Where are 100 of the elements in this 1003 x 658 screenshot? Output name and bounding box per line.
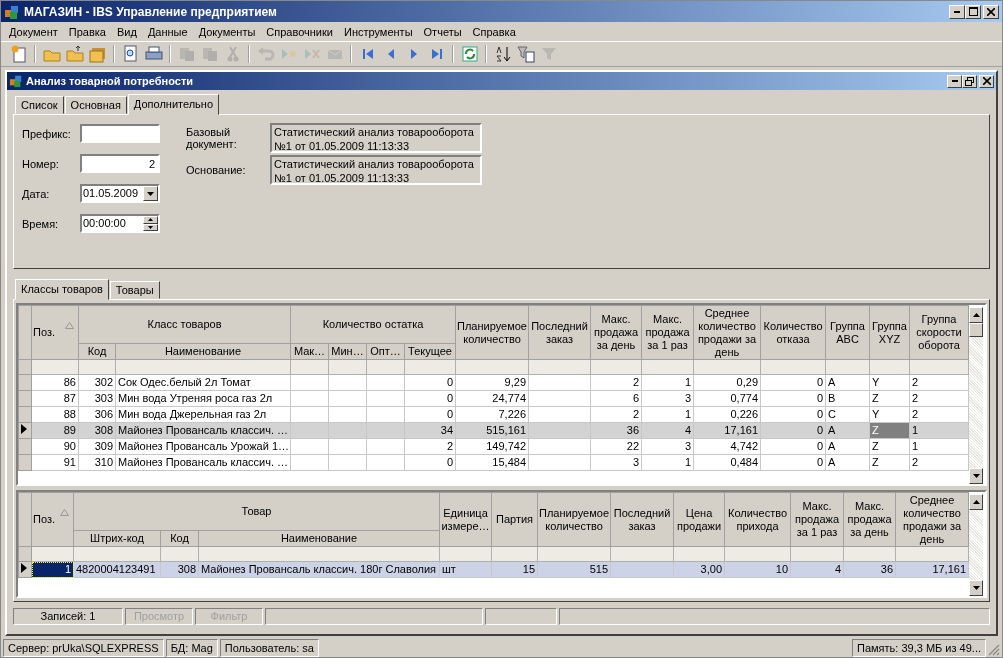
table-cell: 1: [641, 374, 694, 391]
menu-item[interactable]: Документ: [4, 25, 64, 38]
table-cell: 6: [590, 390, 642, 407]
table-cell: 2: [590, 406, 642, 423]
table-cell: 2: [909, 374, 969, 391]
table-cell: 2: [909, 454, 969, 471]
table-cell: [366, 406, 405, 423]
column-header[interactable]: Поз.: [31, 492, 74, 547]
close-button[interactable]: [979, 74, 994, 88]
table-cell: [528, 454, 591, 471]
table-cell: Z: [869, 390, 910, 407]
menu-item[interactable]: Правка: [63, 25, 112, 38]
table-cell: 0,774: [693, 390, 761, 407]
scroll-down-button[interactable]: [969, 580, 983, 596]
column-header[interactable]: Макс. продажа за 1 раз: [790, 492, 844, 547]
table-cell: 86: [31, 374, 79, 391]
column-header[interactable]: Планируемое количество: [455, 305, 529, 360]
column-header[interactable]: Среднее количество продажи за день: [895, 492, 969, 547]
status-panel: [485, 608, 557, 625]
table-cell: [366, 438, 405, 455]
column-header[interactable]: Группа ABC: [825, 305, 870, 360]
column-header[interactable]: Планируемое количество: [537, 492, 611, 547]
document-title: Анализ товарной потребности: [26, 75, 195, 87]
menu-item[interactable]: Инструменты: [338, 25, 419, 38]
maximize-icon: [968, 7, 978, 16]
tab[interactable]: Дополнительно: [127, 94, 220, 115]
table-cell: [366, 454, 405, 471]
table-cell: 0: [404, 406, 456, 423]
down-arrow-icon: [148, 225, 153, 229]
column-header[interactable]: Макс. продажа за день: [843, 492, 896, 547]
menu-item[interactable]: Справочники: [261, 25, 339, 38]
table-cell: [528, 374, 591, 391]
table-cell: 0,484: [693, 454, 761, 471]
menu-item[interactable]: Вид: [111, 25, 143, 38]
time-field[interactable]: 00:00:00: [80, 214, 160, 233]
scroll-up-button[interactable]: [969, 307, 983, 323]
tab[interactable]: Классы товаров: [15, 279, 109, 300]
column-header[interactable]: Количество отказа: [760, 305, 826, 360]
previous-icon: [386, 48, 395, 60]
table-cell: [328, 438, 367, 455]
scroll-up-button[interactable]: [969, 494, 983, 510]
dropdown-button[interactable]: [143, 186, 158, 201]
paste-icon: [200, 45, 219, 63]
table-cell: 302: [78, 374, 116, 391]
up-arrow-icon: [148, 218, 153, 222]
close-button[interactable]: [983, 4, 999, 19]
tab[interactable]: Основная: [64, 96, 127, 114]
column-header[interactable]: Макс. продажа за 1 раз: [641, 305, 694, 360]
table-cell: 1: [909, 438, 969, 455]
table-cell: 15,484: [455, 454, 529, 471]
input-field[interactable]: [80, 124, 160, 143]
column-header[interactable]: Среднее количество продажи за день: [693, 305, 761, 360]
column-header[interactable]: Макс. продажа за день: [590, 305, 642, 360]
printer-icon: [144, 45, 163, 63]
table-cell: 0: [760, 374, 826, 391]
maximize-button[interactable]: [965, 4, 981, 19]
minimize-button[interactable]: [949, 4, 965, 19]
column-header[interactable]: Последний заказ: [528, 305, 591, 360]
table-cell: 1: [641, 406, 694, 423]
scroll-down-button[interactable]: [969, 468, 983, 484]
table-cell: [328, 390, 367, 407]
table-cell: [290, 454, 329, 471]
column-header[interactable]: Поз.: [31, 305, 79, 360]
column-header[interactable]: Группа скорости оборота: [909, 305, 969, 360]
column-header[interactable]: Партия: [491, 492, 538, 547]
minimize-button[interactable]: [947, 74, 962, 88]
scroll-thumb[interactable]: [969, 323, 983, 337]
folder-up-button[interactable]: [63, 43, 86, 65]
column-header[interactable]: Единица измере…: [439, 492, 492, 547]
spinner[interactable]: [143, 216, 158, 231]
table-cell: 88: [31, 406, 79, 423]
restore-button[interactable]: [962, 74, 977, 88]
menu-item[interactable]: Данные: [142, 25, 194, 38]
table-cell: [528, 406, 591, 423]
table-cell: [328, 406, 367, 423]
table-cell: A: [825, 454, 870, 471]
table-cell: 90: [31, 438, 79, 455]
field-label: Базовый документ:: [186, 126, 238, 150]
filter-edit-button[interactable]: [514, 43, 537, 65]
field-label: Время:: [22, 217, 60, 230]
tab[interactable]: Товары: [109, 281, 160, 299]
date-field[interactable]: 01.05.2009: [80, 184, 160, 203]
table-cell: Y: [869, 406, 910, 423]
column-header[interactable]: Последний заказ: [610, 492, 674, 547]
tab[interactable]: Список: [15, 96, 64, 114]
down-arrow-icon: [972, 586, 980, 590]
column-header[interactable]: Класс товаров: [78, 305, 291, 344]
column-header[interactable]: Количество прихода: [724, 492, 791, 547]
input-field[interactable]: 2: [80, 154, 160, 173]
menu-item[interactable]: Документы: [193, 25, 262, 38]
menu-item[interactable]: Справка: [467, 25, 522, 38]
column-header[interactable]: Цена продажи: [673, 492, 725, 547]
filter-icon: [539, 45, 558, 63]
column-header[interactable]: Количество остатка: [290, 305, 456, 344]
table-cell: 2: [909, 390, 969, 407]
menu-item[interactable]: Отчеты: [418, 25, 468, 38]
column-header[interactable]: Товар: [73, 492, 440, 531]
table-cell: 3: [641, 438, 694, 455]
column-header[interactable]: Группа XYZ: [869, 305, 910, 360]
close-icon: [982, 77, 991, 85]
